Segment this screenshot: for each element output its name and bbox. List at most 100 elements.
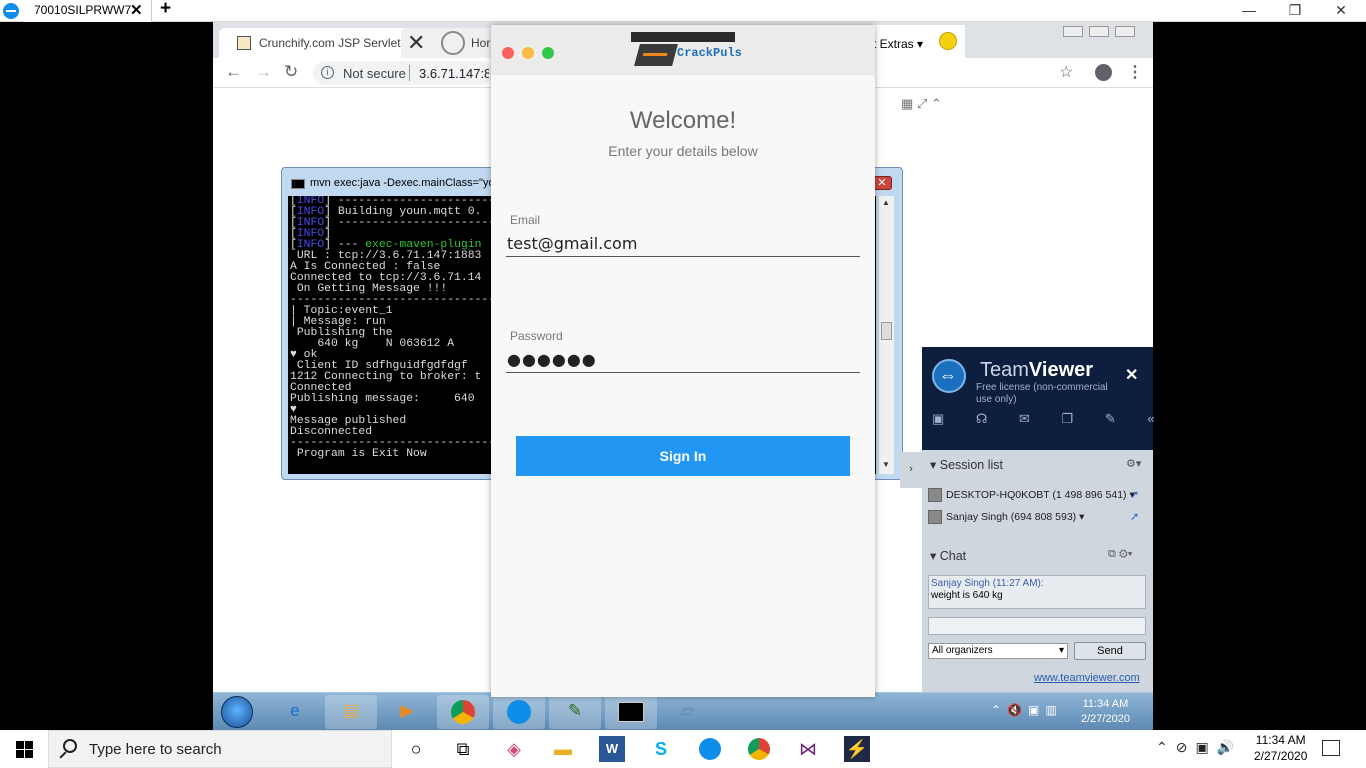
session-row[interactable]: DESKTOP-HQ0KOBT (1 498 896 541) ▾ ➚	[928, 488, 1139, 502]
session-row[interactable]: Sanjay Singh (694 808 593) ▾ ➚	[928, 510, 1139, 524]
chat-label: Chat	[939, 549, 967, 563]
close-icon[interactable]: ✕	[1125, 365, 1138, 385]
organizers-select[interactable]: All organizers ▾	[928, 643, 1068, 659]
popout-icon[interactable]: ⧉ ⚙▾	[1108, 548, 1132, 561]
organizers-value: All organizers	[932, 645, 993, 656]
teamviewer-toolbar[interactable]: ▣ ☊ ✉ ❐ ✎ «	[932, 411, 1169, 427]
remote-session-tab[interactable]: 70010SILPRWW7 ✕	[24, 0, 152, 22]
ie-icon[interactable]: e	[269, 695, 321, 729]
close-icon[interactable]: ✕	[407, 30, 425, 56]
chrome-tab-crunchify[interactable]: Crunchify.com JSP Servlet Exar	[219, 28, 429, 58]
search-box[interactable]: Type here to search	[48, 730, 392, 768]
scroll-down-icon[interactable]: ▼	[882, 460, 890, 469]
system-tray[interactable]: ⌃⊘▣🔊	[1156, 739, 1242, 756]
chat-sender: Sanjay Singh (11:27 AM):	[931, 578, 1044, 589]
app-logo: CrackPuls	[631, 32, 742, 68]
chat-header[interactable]: ▾ Chat ⧉ ⚙▾	[922, 544, 1153, 566]
smiley-icon[interactable]	[939, 32, 957, 50]
email-field[interactable]	[506, 231, 860, 257]
session-name: Sanjay Singh (694 808 593)	[946, 510, 1077, 523]
session-list-header[interactable]: ▾ Session list ⚙▾	[922, 453, 1153, 475]
close-icon[interactable]	[1115, 26, 1135, 37]
address-bar[interactable]: i Not secure 3.6.71.147:80	[313, 61, 493, 85]
info-icon[interactable]: i	[321, 66, 334, 79]
crackpuls-app-icon[interactable]: ⚡	[844, 736, 870, 762]
scroll-up-icon[interactable]: ▲	[882, 198, 890, 207]
cortana-icon[interactable]: ○	[403, 736, 429, 762]
gear-icon[interactable]: ⚙▾	[1126, 457, 1141, 470]
teamviewer-view-tools[interactable]: ▦ ⤢ ⌃	[901, 96, 953, 112]
send-button[interactable]: Send	[1074, 642, 1146, 660]
minimize-icon[interactable]	[1063, 26, 1083, 37]
close-icon[interactable]: ✕	[130, 1, 143, 19]
skype-icon[interactable]: S	[648, 736, 674, 762]
welcome-subtitle: Enter your details below	[608, 143, 758, 159]
session-list-title: ▾ Session list	[930, 458, 1003, 472]
start-orb-icon[interactable]	[221, 696, 253, 728]
restore-button[interactable]: ❐	[1272, 0, 1318, 22]
forward-icon[interactable]: →	[255, 62, 272, 82]
chat-message: weight is 640 kg	[931, 590, 1003, 601]
back-icon[interactable]: ←	[225, 62, 242, 82]
scroll-thumb[interactable]	[881, 322, 892, 340]
task-view-icon[interactable]: ⧉	[450, 736, 476, 762]
minimize-dot-icon[interactable]	[522, 47, 534, 59]
extras-menu[interactable]: t Extras ▾	[873, 25, 965, 59]
chrome-icon[interactable]	[437, 695, 489, 729]
remote-clock[interactable]: 11:34 AM 2/27/2020	[1081, 697, 1130, 727]
teamviewer-icon[interactable]	[493, 695, 545, 729]
restore-icon[interactable]	[1089, 26, 1109, 37]
password-label: Password	[510, 329, 563, 343]
scrollbar[interactable]: ▲ ▼	[878, 196, 894, 474]
cmd-icon	[291, 179, 305, 189]
sign-in-button[interactable]: Sign In	[516, 436, 850, 476]
remote-session-tab-label: 70010SILPRWW7	[34, 3, 132, 17]
clock[interactable]: 11:34 AM 2/27/2020	[1254, 732, 1307, 764]
bookmark-star-icon[interactable]: ☆	[1059, 62, 1073, 82]
clock-time: 11:34 AM	[1082, 698, 1129, 710]
visual-studio-icon[interactable]: ⋈	[795, 736, 821, 762]
url-text[interactable]: 3.6.71.147:80	[419, 66, 489, 81]
notepad-plus-icon[interactable]: ✎	[549, 695, 601, 729]
windows-start-icon[interactable]	[0, 730, 48, 768]
close-dot-icon[interactable]	[502, 47, 514, 59]
teamviewer-brand: TeamViewer	[980, 359, 1093, 382]
login-titlebar[interactable]: CrackPuls	[491, 25, 875, 75]
system-tray[interactable]: ⌃🔇▣▥	[991, 703, 1063, 717]
chrome-tab-title: Hor	[471, 36, 491, 50]
teamviewer-panel-toggle[interactable]: ›	[900, 452, 922, 488]
chrome-tab-second[interactable]: ✕ Hor	[401, 28, 501, 58]
media-player-icon[interactable]: ▶	[381, 695, 433, 729]
close-icon[interactable]: ✕	[872, 176, 892, 190]
teamviewer-link[interactable]: www.teamviewer.com	[1034, 672, 1140, 684]
password-field[interactable]	[506, 347, 860, 373]
pointer-icon[interactable]: ➚	[1130, 488, 1139, 501]
loading-icon	[441, 31, 465, 55]
extras-label: t Extras ▾	[873, 37, 924, 51]
folder-icon[interactable]: ▤	[325, 695, 377, 729]
file-explorer-icon[interactable]: ▬	[550, 736, 576, 762]
chat-history: Sanjay Singh (11:27 AM): weight is 640 k…	[928, 575, 1146, 609]
security-label: Not secure	[343, 66, 406, 81]
pointer-icon[interactable]: ➚	[1130, 510, 1139, 523]
minimize-button[interactable]: —	[1226, 0, 1272, 22]
cmd-taskbar-icon[interactable]	[605, 695, 657, 729]
email-label: Email	[510, 213, 541, 227]
layers-app-icon[interactable]: ◈	[501, 736, 527, 762]
menu-icon[interactable]: ⋮	[1127, 62, 1143, 82]
teamviewer-icon[interactable]	[697, 736, 723, 762]
license-text: Free license (non-commercial use only)	[976, 382, 1108, 405]
chat-input[interactable]	[928, 617, 1146, 635]
chrome-icon[interactable]	[746, 736, 772, 762]
clock-time: 11:34 AM	[1255, 733, 1306, 747]
new-tab-button[interactable]: +	[160, 0, 171, 20]
reload-icon[interactable]: ↻	[284, 62, 298, 82]
close-button[interactable]: ✕	[1318, 0, 1364, 22]
maximize-dot-icon[interactable]	[542, 47, 554, 59]
profile-icon[interactable]	[1095, 64, 1112, 81]
logo-bar	[631, 32, 735, 42]
word-icon[interactable]: W	[599, 736, 625, 762]
divider	[409, 65, 410, 81]
notification-icon[interactable]	[1322, 740, 1340, 756]
notes-icon[interactable]: ▱	[661, 695, 713, 729]
